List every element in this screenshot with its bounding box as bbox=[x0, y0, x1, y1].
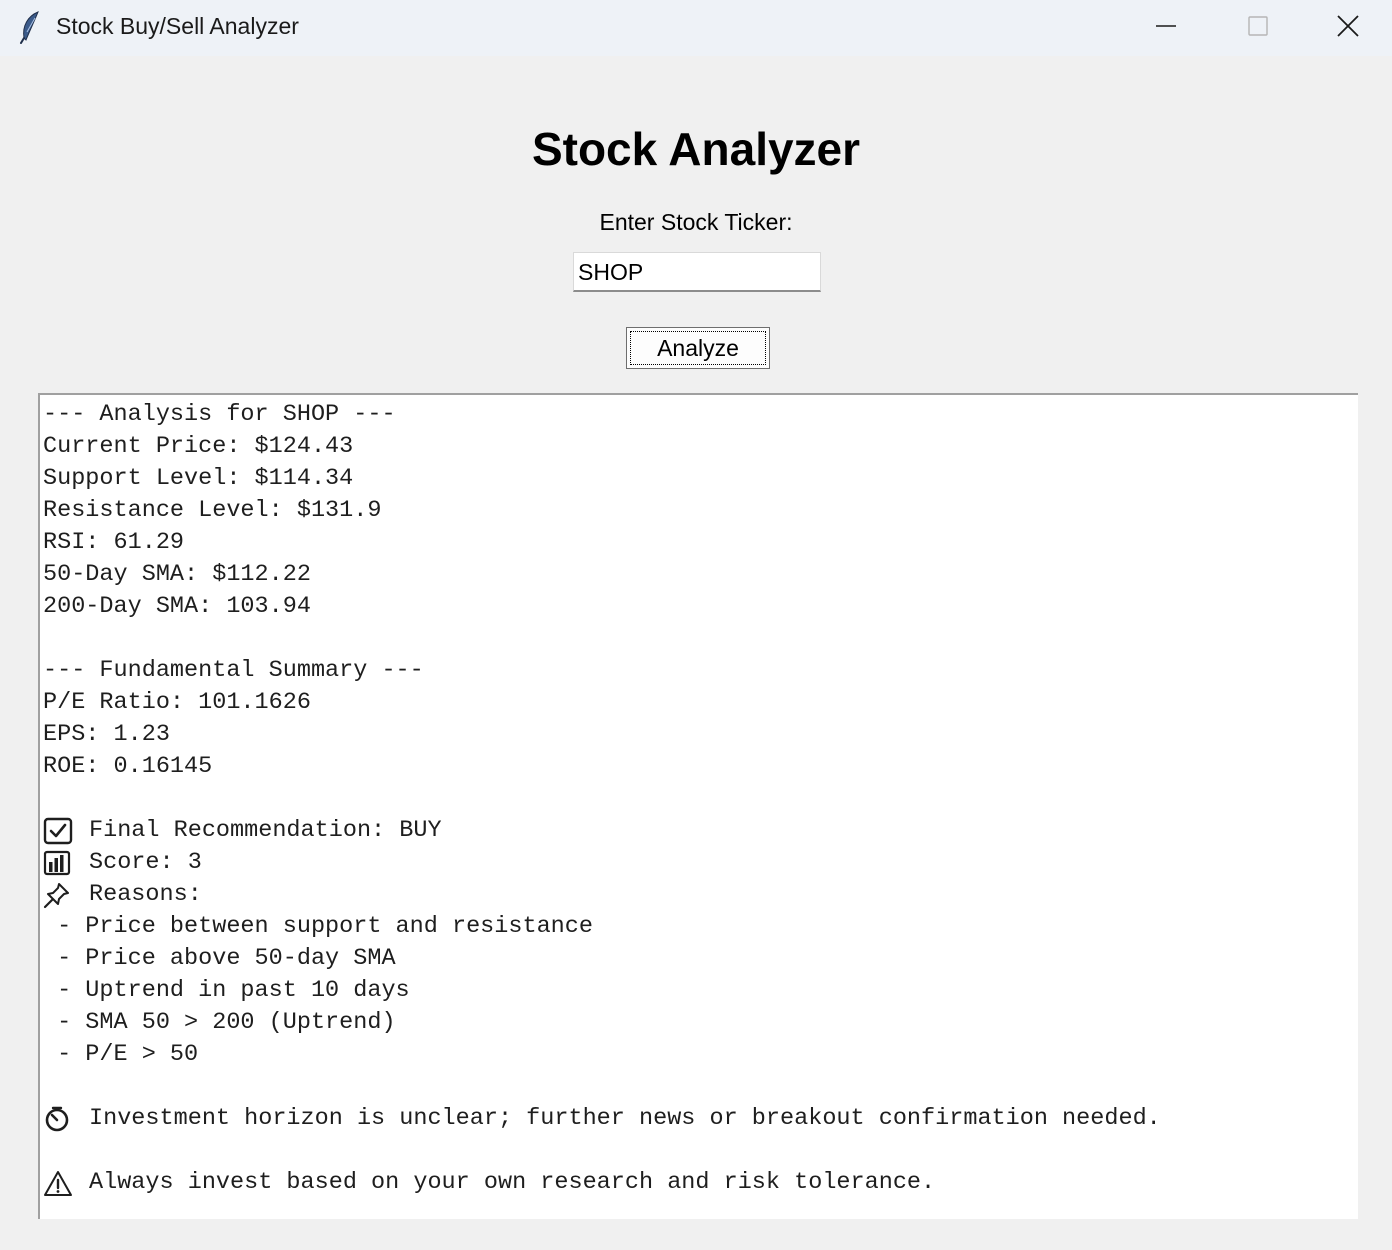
results-text-area[interactable]: --- Analysis for SHOP --- Current Price:… bbox=[38, 393, 1358, 1219]
roe-value: ROE: 0.16145 bbox=[43, 753, 213, 780]
score-line: Score: 3 bbox=[43, 847, 1358, 879]
reason-item: - Price between support and resistance bbox=[43, 913, 593, 940]
sma200-value: 200-Day SMA: 103.94 bbox=[43, 593, 311, 620]
resistance-level: Resistance Level: $131.9 bbox=[43, 497, 382, 524]
fundamental-header: --- Fundamental Summary --- bbox=[43, 657, 424, 684]
window-title: Stock Buy/Sell Analyzer bbox=[56, 13, 299, 39]
page-title: Stock Analyzer bbox=[531, 123, 861, 175]
analysis-header: --- Analysis for SHOP --- bbox=[43, 401, 396, 428]
maximize-button[interactable] bbox=[1212, 0, 1304, 56]
disclaimer-line: Always invest based on your own research… bbox=[43, 1167, 1358, 1199]
app-window: Stock Buy/Sell Analyzer Stock Analyzer E… bbox=[0, 0, 1392, 1250]
warning-icon bbox=[43, 1167, 77, 1199]
score-text: Score: 3 bbox=[89, 849, 202, 876]
ticker-input[interactable] bbox=[573, 252, 821, 292]
disclaimer-text: Always invest based on your own research… bbox=[89, 1169, 936, 1196]
horizon-text: Investment horizon is unclear; further n… bbox=[89, 1105, 1161, 1132]
current-price: Current Price: $124.43 bbox=[43, 433, 354, 460]
analyze-button-label: Analyze bbox=[630, 331, 766, 365]
ticker-label: Enter Stock Ticker: bbox=[599, 209, 793, 235]
reasons-line: Reasons: bbox=[43, 879, 1358, 911]
minimize-icon bbox=[1155, 15, 1177, 42]
minimize-button[interactable] bbox=[1120, 0, 1212, 56]
check-box-icon bbox=[43, 815, 77, 847]
analyze-button[interactable]: Analyze bbox=[626, 327, 770, 369]
bar-chart-icon bbox=[43, 847, 77, 879]
reason-item: - Price above 50-day SMA bbox=[43, 945, 396, 972]
support-level: Support Level: $114.34 bbox=[43, 465, 354, 492]
reason-item: - P/E > 50 bbox=[43, 1041, 199, 1068]
reasons-label: Reasons: bbox=[89, 881, 202, 908]
recommendation-line: Final Recommendation: BUY bbox=[43, 815, 1358, 847]
sma50-value: 50-Day SMA: $112.22 bbox=[43, 561, 311, 588]
maximize-icon bbox=[1247, 15, 1269, 42]
rsi-value: RSI: 61.29 bbox=[43, 529, 185, 556]
horizon-line: Investment horizon is unclear; further n… bbox=[43, 1103, 1358, 1135]
reason-item: - Uptrend in past 10 days bbox=[43, 977, 410, 1004]
stopwatch-icon bbox=[43, 1103, 77, 1135]
feather-icon bbox=[18, 10, 42, 44]
pe-ratio: P/E Ratio: 101.1626 bbox=[43, 689, 311, 716]
close-icon bbox=[1336, 14, 1360, 43]
title-bar: Stock Buy/Sell Analyzer bbox=[0, 0, 1392, 56]
eps-value: EPS: 1.23 bbox=[43, 721, 170, 748]
close-button[interactable] bbox=[1304, 0, 1392, 56]
reason-item: - SMA 50 > 200 (Uptrend) bbox=[43, 1009, 396, 1036]
pushpin-icon bbox=[43, 879, 77, 911]
recommendation-text: Final Recommendation: BUY bbox=[89, 817, 442, 844]
